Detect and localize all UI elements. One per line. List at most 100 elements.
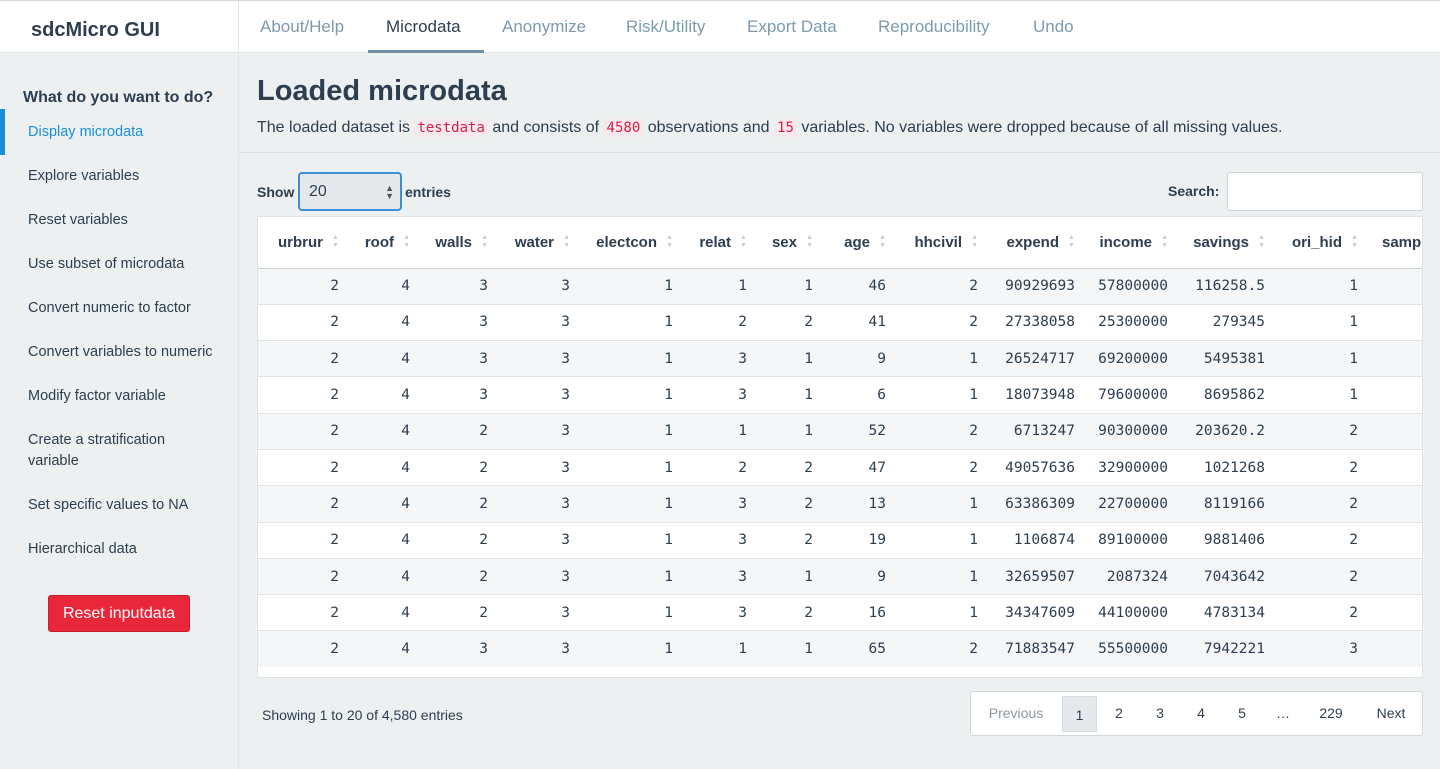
tab-undo[interactable]: Undo <box>1033 17 1074 37</box>
pagination-page[interactable]: 229 <box>1306 692 1356 735</box>
table-row[interactable]: 2 4 3 3 1 3 1 6 1 18073948 79600000 8695862 1 <box>258 376 1422 414</box>
table-cell: 2 <box>418 485 496 523</box>
table-row[interactable]: 2 4 2 3 1 3 2 19 1 1106874 89100000 9881406 2 <box>258 521 1422 559</box>
table-cell: 4 <box>347 594 418 631</box>
table-row[interactable]: 2 4 2 3 1 3 1 9 1 32659507 2087324 7043642 2 <box>258 557 1422 595</box>
sidebar-item-create-stratification[interactable]: Create a stratification variable <box>28 430 198 472</box>
table-cell: 9 <box>821 340 894 377</box>
sidebar: What do you want to do? Display microdat… <box>0 53 239 769</box>
table-row[interactable]: 2 4 3 3 1 3 1 9 1 26524717 69200000 5495381 1 <box>258 340 1422 377</box>
sidebar-item-convert-to-numeric[interactable]: Convert variables to numeric <box>28 342 228 363</box>
tab-export-data[interactable]: Export Data <box>747 17 837 37</box>
table-cell: 79600000 <box>1083 376 1176 414</box>
table-cell: 1 <box>681 412 755 450</box>
search-input[interactable] <box>1227 172 1423 211</box>
table-cell: 1 <box>1273 267 1366 305</box>
app-brand[interactable]: sdcMicro GUI <box>31 19 160 42</box>
table-cell: 1 <box>894 485 986 523</box>
column-header[interactable]: sex ▲ ▼ <box>755 217 821 269</box>
sort-icon: ▲ ▼ <box>806 234 813 249</box>
table-cell: 203620.2 <box>1176 412 1273 450</box>
entries-info: Showing 1 to 20 of 4,580 entries <box>262 707 463 723</box>
table-cell <box>1366 340 1422 377</box>
table-cell: 4 <box>347 485 418 523</box>
table-cell: 4 <box>347 340 418 377</box>
column-header[interactable]: age ▲ ▼ <box>821 217 894 269</box>
table-row[interactable]: 2 4 2 3 1 3 2 13 1 63386309 22700000 8119166 2 <box>258 485 1422 523</box>
sidebar-item-hierarchical-data[interactable]: Hierarchical data <box>28 539 228 560</box>
table-cell: 2 <box>1273 412 1366 450</box>
table-cell: 2 <box>894 303 986 341</box>
column-header[interactable]: roof ▲ ▼ <box>347 217 418 269</box>
table-row[interactable]: 2 4 2 3 1 3 2 16 1 34347609 44100000 4783134 2 <box>258 594 1422 631</box>
table-cell: 27338058 <box>986 303 1083 341</box>
column-header[interactable]: water ▲ ▼ <box>496 217 578 269</box>
column-header[interactable]: savings ▲ ▼ <box>1176 217 1273 269</box>
table-row[interactable]: 2 4 3 3 1 2 2 41 2 27338058 25300000 279345 1 <box>258 303 1422 341</box>
table-cell: 1 <box>894 594 986 631</box>
table-row[interactable]: 2 4 3 3 1 1 1 65 2 71883547 55500000 7942221 3 <box>258 630 1422 668</box>
pagination-page[interactable]: 4 <box>1183 692 1219 735</box>
column-header[interactable]: expend ▲ ▼ <box>986 217 1083 269</box>
table-cell: 3 <box>418 630 496 668</box>
table-cell: 2 <box>755 485 821 523</box>
column-header[interactable]: samplin <box>1366 217 1422 269</box>
sidebar-heading: What do you want to do? <box>23 89 214 106</box>
sort-icon: ▲ ▼ <box>481 234 488 249</box>
table-cell: 2 <box>258 630 347 668</box>
sidebar-item-display-microdata[interactable]: Display microdata <box>28 122 228 143</box>
reset-inputdata-button[interactable]: Reset inputdata <box>48 595 190 632</box>
column-header[interactable]: income ▲ ▼ <box>1083 217 1176 269</box>
pagination-previous[interactable]: Previous <box>971 692 1061 735</box>
table-cell: 1 <box>578 412 681 450</box>
pagination-page[interactable]: 1 <box>1062 696 1097 732</box>
pagination-page[interactable]: 2 <box>1101 692 1137 735</box>
sort-icon: ▲ ▼ <box>563 234 570 249</box>
table-cell <box>1366 412 1422 450</box>
column-header[interactable]: hhcivil ▲ ▼ <box>894 217 986 269</box>
table-cell: 7942221 <box>1176 630 1273 668</box>
table-row[interactable]: 2 4 2 3 1 2 2 47 2 49057636 32900000 1021268 2 <box>258 448 1422 486</box>
sidebar-item-explore-variables[interactable]: Explore variables <box>28 166 228 187</box>
table-row[interactable]: 2 4 3 3 1 1 1 46 2 90929693 57800000 116258.5 1 <box>258 267 1422 305</box>
pagination-page[interactable]: 5 <box>1224 692 1260 735</box>
column-header[interactable]: electcon ▲ ▼ <box>578 217 681 269</box>
table-cell: 3 <box>496 485 578 523</box>
table-cell: 4 <box>347 303 418 341</box>
column-header[interactable]: urbrur ▲ ▼ <box>258 217 347 269</box>
table-cell: 279345 <box>1176 303 1273 341</box>
pagination-next[interactable]: Next <box>1361 692 1421 735</box>
sidebar-item-use-subset[interactable]: Use subset of microdata <box>28 254 228 275</box>
dataset-description: The loaded dataset is testdata and consi… <box>257 119 1282 137</box>
tab-reproducibility[interactable]: Reproducibility <box>878 17 990 37</box>
table-cell: 2 <box>1273 485 1366 523</box>
table-cell: 1 <box>578 448 681 486</box>
tab-risk-utility[interactable]: Risk/Utility <box>626 17 705 37</box>
table-cell: 3 <box>496 340 578 377</box>
table-cell: 2 <box>1273 557 1366 595</box>
tab-anonymize[interactable]: Anonymize <box>502 17 586 37</box>
table-row[interactable]: 2 4 2 3 1 1 1 52 2 6713247 90300000 203620.2 2 <box>258 412 1422 450</box>
table-cell: 2 <box>755 521 821 559</box>
entries-length-select[interactable]: 20 ▲ ▼ <box>298 172 402 211</box>
column-header[interactable]: relat ▲ ▼ <box>681 217 755 269</box>
sidebar-item-set-values-na[interactable]: Set specific values to NA <box>28 495 228 516</box>
table-cell: 26524717 <box>986 340 1083 377</box>
table-cell: 2 <box>894 267 986 305</box>
table-cell <box>1366 376 1422 414</box>
table-cell: 65 <box>821 630 894 668</box>
tab-microdata[interactable]: Microdata <box>386 17 461 37</box>
sort-icon: ▲ ▼ <box>1161 234 1168 249</box>
table-cell: 90929693 <box>986 267 1083 305</box>
table-cell: 2 <box>1273 448 1366 486</box>
sidebar-item-modify-factor[interactable]: Modify factor variable <box>28 386 228 407</box>
column-header[interactable]: ori_hid ▲ ▼ <box>1273 217 1366 269</box>
tab-about-help[interactable]: About/Help <box>260 17 344 37</box>
sidebar-item-reset-variables[interactable]: Reset variables <box>28 210 228 231</box>
table-cell: 3 <box>681 340 755 377</box>
column-header[interactable]: walls ▲ ▼ <box>418 217 496 269</box>
sidebar-item-convert-numeric-to-factor[interactable]: Convert numeric to factor <box>28 298 228 319</box>
table-cell: 2 <box>894 412 986 450</box>
pagination-page[interactable]: 3 <box>1142 692 1178 735</box>
microdata-table-container[interactable]: urbrur ▲ ▼ roof ▲ ▼ walls ▲ ▼ water ▲ ▼ electcon… <box>257 216 1423 678</box>
